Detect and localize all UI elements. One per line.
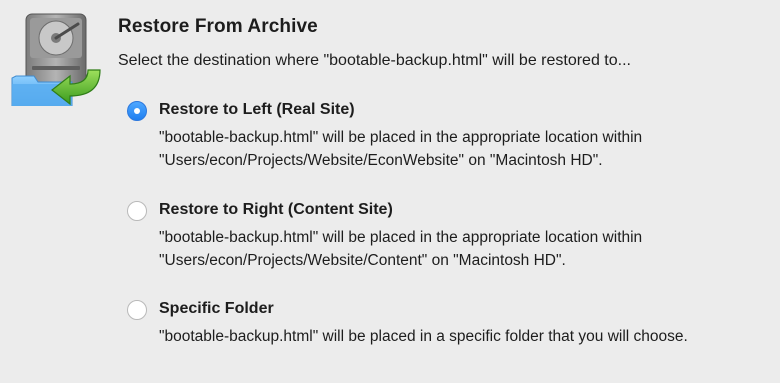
radio-restore-right[interactable] — [127, 201, 147, 221]
option-label-specific-folder[interactable]: Specific Folder — [159, 300, 274, 318]
radio-specific-folder[interactable] — [127, 300, 147, 320]
dialog-subtitle: Select the destination where "bootable-b… — [118, 52, 631, 69]
hard-drive-restore-icon — [11, 13, 101, 106]
option-label-restore-left[interactable]: Restore to Left (Real Site) — [159, 101, 355, 119]
radio-restore-left[interactable] — [127, 101, 147, 121]
option-desc-restore-right-line2: "Users/econ/Projects/Website/Content" on… — [159, 252, 566, 269]
option-desc-specific-folder: "bootable-backup.html" will be placed in… — [159, 328, 688, 345]
restore-dialog: Restore From Archive Select the destinat… — [0, 0, 780, 383]
option-label-restore-right[interactable]: Restore to Right (Content Site) — [159, 201, 393, 219]
option-desc-restore-left-line2: "Users/econ/Projects/Website/EconWebsite… — [159, 152, 603, 169]
option-desc-restore-left-line1: "bootable-backup.html" will be placed in… — [159, 129, 643, 146]
dialog-title: Restore From Archive — [118, 16, 318, 37]
option-desc-restore-right-line1: "bootable-backup.html" will be placed in… — [159, 229, 643, 246]
